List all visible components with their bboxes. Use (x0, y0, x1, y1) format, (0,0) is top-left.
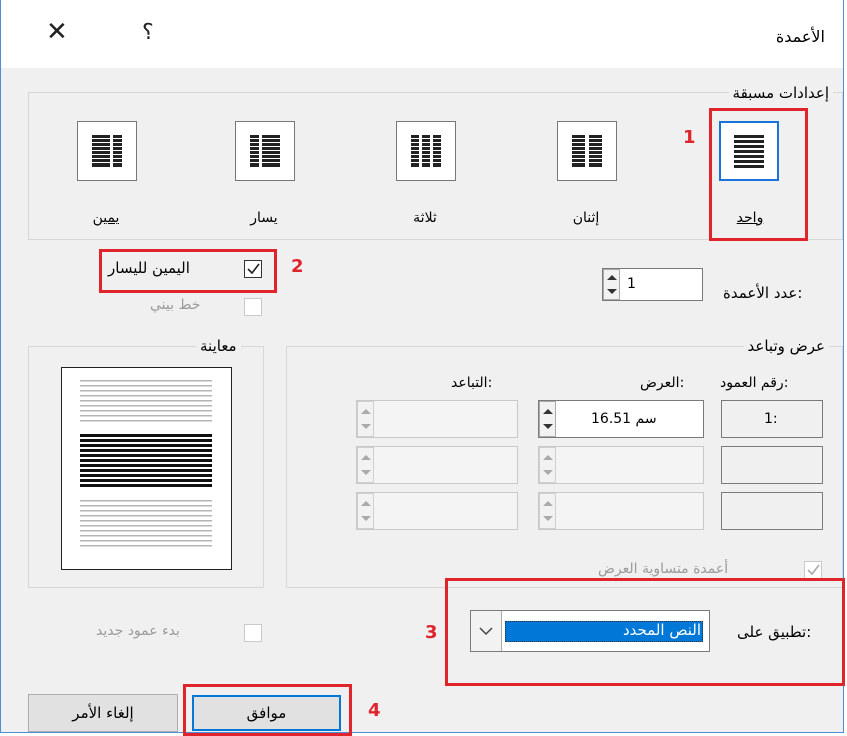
column-number-cell-1: 1: (721, 400, 823, 438)
spacing-input-1[interactable] (356, 400, 518, 438)
equal-width-checkbox[interactable] (804, 561, 822, 579)
equal-width-label: أعمدة متساوية العرض (598, 561, 729, 577)
three-columns-icon (411, 135, 441, 167)
width-spinner-1[interactable] (539, 401, 556, 437)
cancel-button[interactable]: إلغاء الأمر (28, 694, 178, 732)
spin-up-icon (543, 501, 553, 506)
spin-up-icon (361, 501, 371, 506)
preview-page (61, 367, 232, 570)
spacing-spinner-2[interactable] (357, 447, 374, 483)
annotation-box-3 (445, 578, 845, 686)
spin-up-icon (607, 275, 617, 280)
width-value-1: 16.51 سم (591, 411, 657, 427)
width-header: العرض: (640, 375, 685, 391)
annotation-box-4 (183, 684, 352, 736)
title-bar (1, 0, 843, 68)
spin-up-icon (543, 455, 553, 460)
spacing-input-3[interactable] (356, 492, 518, 530)
line-between-label: خط بيني (150, 297, 201, 313)
preset-two-button[interactable] (557, 121, 617, 181)
cancel-button-label: إلغاء الأمر (72, 704, 134, 722)
preview-document-icon (80, 380, 212, 547)
spin-down-icon (361, 470, 371, 475)
two-columns-icon (572, 135, 602, 167)
help-button[interactable]: ؟ (142, 20, 154, 45)
annotation-box-1 (709, 108, 808, 241)
preset-three-button[interactable] (396, 121, 456, 181)
spin-down-icon (361, 424, 371, 429)
preset-right-label: يمين (92, 210, 120, 226)
spin-down-icon (361, 516, 371, 521)
spin-down-icon (543, 470, 553, 475)
width-spacing-group-label: عرض وتباعد (743, 337, 829, 355)
spacing-spinner-3[interactable] (357, 493, 374, 529)
spin-up-icon (543, 409, 553, 414)
spin-down-icon (607, 289, 617, 294)
new-column-checkbox[interactable] (244, 624, 262, 642)
annotation-number-1: 1 (683, 127, 696, 148)
columns-count-label: عدد الأعمدة: (723, 284, 803, 302)
spacing-spinner-1[interactable] (357, 401, 374, 437)
preset-left-button[interactable] (235, 121, 295, 181)
presets-group-label: إعدادات مسبقة (728, 84, 833, 102)
column-number-cell-3 (721, 492, 823, 530)
annotation-box-2 (99, 249, 277, 293)
preset-two-label: إثنان (572, 210, 600, 226)
column-number-header: رقم العمود: (720, 375, 789, 391)
dialog-title: الأعمدة (775, 27, 825, 46)
spin-down-icon (543, 424, 553, 429)
spacing-input-2[interactable] (356, 446, 518, 484)
preset-left-label: يسار (250, 210, 278, 226)
column-number-cell-2 (721, 446, 823, 484)
spacing-header: التباعد: (451, 375, 493, 391)
annotation-number-3: 3 (425, 622, 438, 643)
new-column-label: بدء عمود جديد (96, 623, 180, 639)
close-icon[interactable]: ✕ (46, 17, 68, 47)
width-input-3[interactable] (538, 492, 704, 530)
right-column-icon (92, 135, 122, 167)
spin-down-icon (543, 516, 553, 521)
check-icon (807, 564, 820, 576)
spin-up-icon (361, 455, 371, 460)
width-spinner-3[interactable] (539, 493, 556, 529)
columns-count-spinner[interactable] (603, 269, 620, 300)
spin-up-icon (361, 409, 371, 414)
annotation-number-4: 4 (368, 700, 381, 721)
left-column-icon (250, 135, 280, 167)
column-number-value-1: 1: (764, 411, 778, 427)
width-spinner-2[interactable] (539, 447, 556, 483)
preset-three-label: ثلاثة (413, 210, 437, 226)
width-input-1[interactable]: 16.51 سم (538, 400, 704, 438)
line-between-checkbox[interactable] (244, 298, 262, 316)
annotation-number-2: 2 (291, 256, 304, 277)
preset-right-button[interactable] (77, 121, 137, 181)
width-input-2[interactable] (538, 446, 704, 484)
preview-group-label: معاينة (196, 337, 241, 355)
columns-count-value: 1 (627, 276, 636, 292)
